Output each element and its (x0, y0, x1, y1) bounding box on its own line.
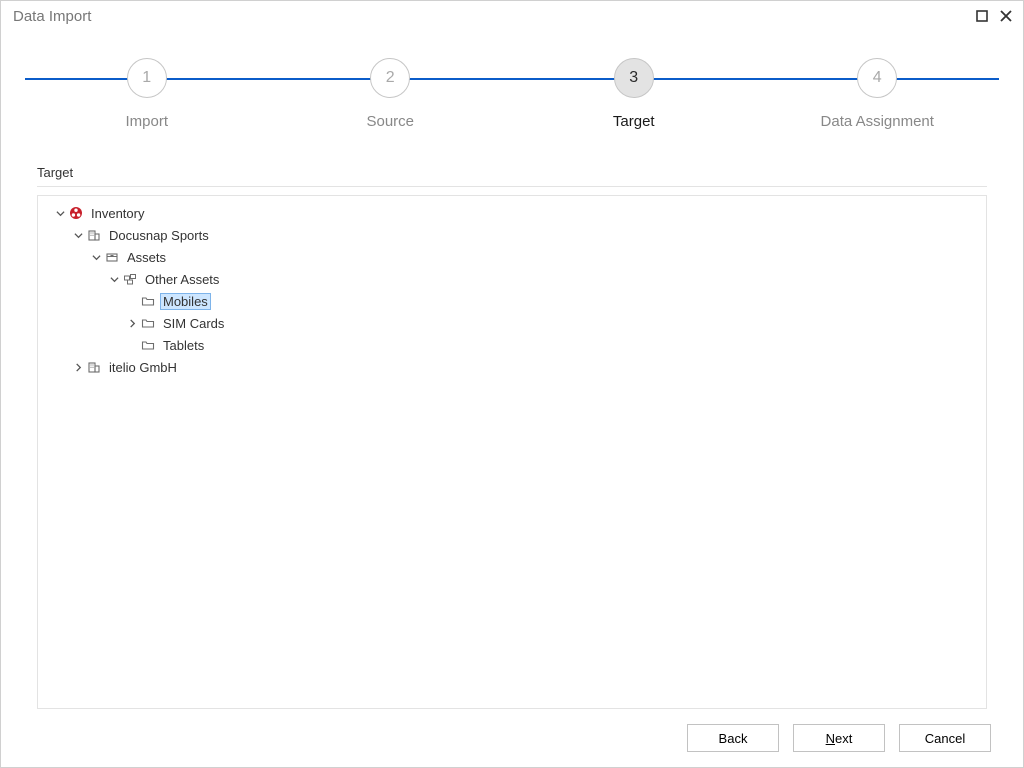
chevron-down-icon[interactable] (70, 227, 86, 243)
chevron-down-icon[interactable] (52, 205, 68, 221)
back-button[interactable]: Back (687, 724, 779, 752)
tree-node-sim-cards[interactable]: SIM Cards (42, 312, 982, 334)
next-button-accel: N (826, 731, 835, 746)
target-tree[interactable]: Inventory Docusnap Sports (37, 195, 987, 709)
tree-node-label: Tablets (160, 337, 207, 354)
close-icon[interactable] (997, 7, 1015, 25)
chevron-right-icon[interactable] (70, 359, 86, 375)
tree-node-label: Mobiles (160, 293, 211, 310)
window-title: Data Import (13, 8, 967, 25)
tree-node-label: itelio GmbH (106, 359, 180, 376)
tree-node-label: Assets (124, 249, 169, 266)
section-title: Target (37, 161, 987, 187)
folder-icon (140, 293, 156, 309)
tree-node-other-assets[interactable]: Other Assets (42, 268, 982, 290)
tree-node-itelio-gmbh[interactable]: itelio GmbH (42, 356, 982, 378)
folder-icon (140, 315, 156, 331)
content-area: Target Inventory Docusnap (1, 149, 1023, 709)
other-assets-icon (122, 271, 138, 287)
tree-node-docusnap-sports[interactable]: Docusnap Sports (42, 224, 982, 246)
wizard-footer: Back Next Cancel (1, 709, 1023, 767)
company-icon (86, 227, 102, 243)
tree-node-inventory[interactable]: Inventory (42, 202, 982, 224)
step-label-4: Data Assignment (821, 113, 934, 130)
data-import-window: Data Import 1 2 3 4 Import Source Target Data … (0, 0, 1024, 768)
step-label-1: Import (125, 113, 168, 130)
maximize-icon[interactable] (973, 7, 991, 25)
tree-node-label: SIM Cards (160, 315, 227, 332)
chevron-down-icon[interactable] (88, 249, 104, 265)
step-4[interactable]: 4 (856, 57, 898, 99)
tree-node-assets[interactable]: Assets (42, 246, 982, 268)
step-2[interactable]: 2 (369, 57, 411, 99)
titlebar: Data Import (1, 1, 1023, 31)
inventory-icon (68, 205, 84, 221)
cancel-button[interactable]: Cancel (899, 724, 991, 752)
chevron-right-icon[interactable] (124, 315, 140, 331)
next-button[interactable]: Next (793, 724, 885, 752)
tree-node-label: Docusnap Sports (106, 227, 212, 244)
step-number: 2 (370, 58, 410, 98)
step-number: 4 (857, 58, 897, 98)
next-button-rest: ext (835, 731, 852, 746)
step-1[interactable]: 1 (126, 57, 168, 99)
tree-node-mobiles[interactable]: · Mobiles (42, 290, 982, 312)
step-label-3: Target (613, 113, 655, 130)
stepper-line (25, 78, 999, 80)
step-3[interactable]: 3 (613, 57, 655, 99)
assets-box-icon (104, 249, 120, 265)
tree-node-label: Inventory (88, 205, 147, 222)
step-label-2: Source (366, 113, 414, 130)
company-icon (86, 359, 102, 375)
tree-node-tablets[interactable]: · Tablets (42, 334, 982, 356)
wizard-stepper: 1 2 3 4 Import Source Target Data Assignment (1, 31, 1023, 149)
chevron-down-icon[interactable] (106, 271, 122, 287)
step-number: 1 (127, 58, 167, 98)
tree-node-label: Other Assets (142, 271, 222, 288)
step-number: 3 (614, 58, 654, 98)
folder-icon (140, 337, 156, 353)
